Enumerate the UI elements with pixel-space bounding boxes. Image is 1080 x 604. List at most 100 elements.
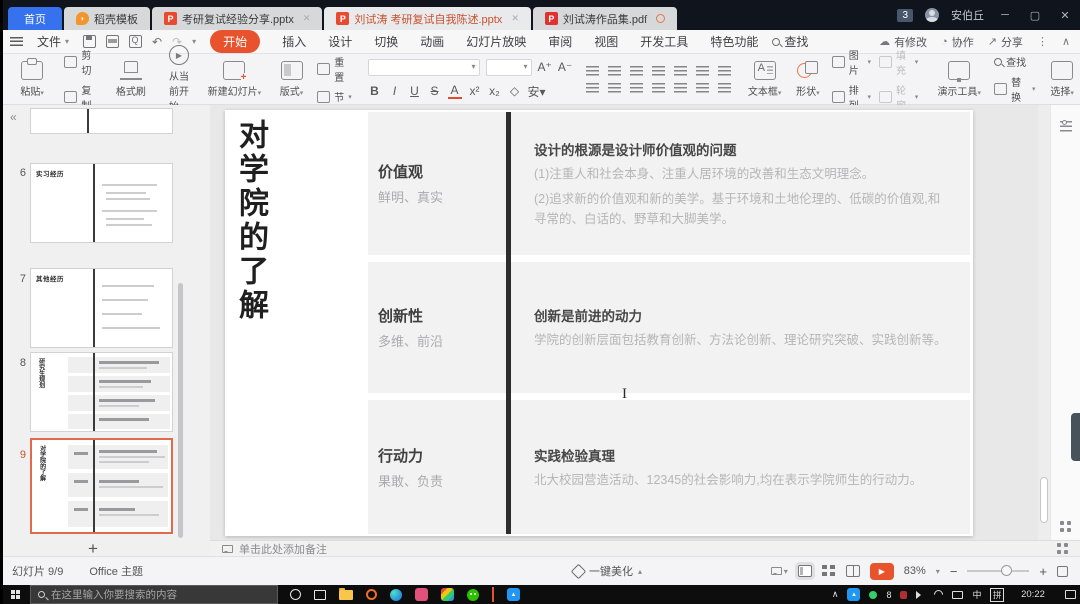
action-center-icon[interactable] [1065, 590, 1076, 599]
tab-close-icon[interactable]: ✕ [303, 13, 311, 24]
increase-font-icon[interactable]: A⁺ [538, 60, 552, 74]
align-left-icon[interactable] [586, 83, 599, 93]
distribute-icon[interactable] [674, 83, 687, 93]
reading-view-button[interactable] [846, 565, 860, 577]
panel-scrollbar[interactable] [178, 283, 183, 538]
close-button[interactable]: ✕ [1056, 9, 1074, 22]
format-painter-button[interactable]: 格式刷 [107, 61, 155, 98]
customize-toolbar-icon[interactable]: ▾ [192, 37, 196, 46]
slide-row-action[interactable]: 行动力 果敢、负责 实践检验真理 北大校园营造活动、12345的社会影响力,均在… [368, 400, 970, 534]
zoom-out-button[interactable]: − [950, 564, 958, 579]
tab-view[interactable]: 视图 [594, 33, 618, 50]
tab-design[interactable]: 设计 [328, 33, 352, 50]
numbering-icon[interactable] [608, 66, 621, 76]
tray-wechat-icon[interactable] [869, 591, 877, 599]
tray-app-icon[interactable]: 8 [886, 590, 891, 600]
paste-button[interactable]: 粘贴▾ [8, 61, 56, 98]
canvas-scrollbar[interactable] [1038, 105, 1050, 540]
tab-animation[interactable]: 动画 [420, 33, 444, 50]
cortana-icon[interactable] [290, 589, 301, 600]
browser-icon[interactable] [366, 589, 377, 600]
more-icon[interactable]: ⋮ [1037, 35, 1048, 48]
bullets-icon[interactable] [586, 66, 599, 76]
tab-transitions[interactable]: 切换 [374, 33, 398, 50]
tab-home[interactable]: 首页 [8, 7, 62, 30]
search-input[interactable] [51, 589, 251, 601]
message-count-badge[interactable]: 3 [897, 9, 913, 22]
system-clock[interactable]: 20:22 [1013, 590, 1053, 600]
new-tab-button[interactable]: + [645, 9, 654, 26]
indent-decrease-icon[interactable] [630, 66, 643, 76]
tray-red-icon[interactable] [900, 591, 907, 599]
indent-increase-icon[interactable] [652, 66, 665, 76]
tab-document-2-active[interactable]: 刘试涛 考研复试自我陈述.pptx ✕ [324, 7, 530, 30]
tab-developer[interactable]: 开发工具 [640, 33, 688, 50]
username[interactable]: 安伯丘 [951, 7, 984, 23]
tab-document-3-pdf[interactable]: 刘试涛作品集.pdf [533, 7, 677, 30]
font-size-select[interactable] [486, 59, 532, 76]
align-bottom-icon[interactable] [718, 83, 731, 93]
zoom-level[interactable]: 83% [904, 565, 926, 577]
zoom-in-button[interactable]: + [1039, 564, 1047, 579]
notes-bar[interactable]: 单击此处添加备注 [210, 540, 1080, 556]
minimize-button[interactable]: ─ [996, 9, 1014, 21]
user-avatar[interactable] [925, 8, 939, 22]
slideshow-play-button[interactable]: ▶ [870, 563, 894, 580]
tab-close-icon[interactable]: ✕ [511, 13, 519, 24]
scrollbar-thumb[interactable] [1040, 477, 1048, 523]
slide-thumbnail-6[interactable]: 实习经历 [30, 163, 173, 243]
font-color-button[interactable]: A [448, 83, 462, 99]
file-explorer-icon[interactable] [339, 590, 353, 600]
slide-row-innovation[interactable]: 创新性 多维、前沿 创新是前进的动力 学院的创新层面包括教育创新、方法论创新、理… [368, 262, 970, 393]
present-tools-button[interactable]: 演示工具▾ [932, 61, 986, 98]
taskbar-search[interactable] [30, 585, 278, 604]
text-tool-button[interactable]: 安▾ [528, 83, 546, 100]
decrease-font-icon[interactable]: A⁻ [558, 60, 572, 74]
hamburger-icon[interactable] [10, 37, 23, 46]
zoom-slider-knob[interactable] [1001, 565, 1012, 576]
slide-editor[interactable]: 对学院的了解 价值观 鲜明、真实 设计的根源是设计师价值观的问题 (1)注重人和… [225, 110, 973, 536]
network-icon[interactable] [933, 588, 946, 601]
ime-pinyin-icon[interactable]: 拼 [990, 588, 1004, 602]
text-direction-icon[interactable] [718, 66, 731, 76]
app-icon-colorful[interactable] [441, 588, 454, 601]
slide-thumbnail-8[interactable]: 研究生规划 [30, 352, 173, 432]
task-view-icon[interactable] [314, 590, 326, 600]
slide-row-values[interactable]: 价值观 鲜明、真实 设计的根源是设计师价值观的问题 (1)注重人和社会本身、注重… [368, 112, 970, 255]
fit-to-window-icon[interactable] [1057, 566, 1068, 577]
collapse-ribbon-icon[interactable]: ∧ [1062, 35, 1070, 48]
edge-browser-icon[interactable] [390, 589, 402, 601]
floating-toolbar-handle[interactable] [1071, 413, 1080, 461]
collapse-panel-icon[interactable]: « [10, 110, 17, 124]
grid-icon[interactable] [1057, 543, 1068, 554]
selection-pane-icon[interactable] [1060, 521, 1071, 532]
align-top-icon[interactable] [696, 83, 709, 93]
ime-mode-indicator[interactable]: 中 [972, 588, 981, 601]
slide-thumbnail-9-selected[interactable]: 对学院的了解 [30, 438, 173, 534]
bold-button[interactable]: B [368, 84, 382, 98]
align-center-icon[interactable] [608, 83, 621, 93]
app-icon-pink[interactable] [415, 588, 428, 601]
start-button[interactable] [0, 590, 30, 599]
new-slide-button[interactable]: 新建幻灯片▾ [203, 61, 266, 98]
subscript-icon[interactable]: x₂ [488, 84, 502, 98]
underline-button[interactable]: U [408, 84, 422, 98]
select-button[interactable]: 选择▾ [1044, 61, 1080, 98]
tab-document-1[interactable]: 考研复试经验分享.pptx ✕ [152, 7, 322, 30]
textbox-button[interactable]: 文本框▾ [745, 61, 784, 98]
tab-slideshow[interactable]: 幻灯片放映 [466, 33, 526, 50]
zoom-slider[interactable] [967, 570, 1029, 572]
strikethrough-button[interactable]: S [428, 84, 442, 98]
tray-app-blue-icon[interactable]: ▲ [847, 588, 860, 601]
picture-button[interactable]: 图片▾ [832, 47, 871, 77]
italic-button[interactable]: I [388, 84, 402, 98]
cut-button[interactable]: 剪切 [64, 47, 98, 77]
play-from-current-button[interactable]: ▶ 从当前开始▾ [169, 45, 189, 113]
normal-view-button[interactable] [798, 565, 812, 577]
justify-icon[interactable] [652, 83, 665, 93]
tab-insert[interactable]: 插入 [282, 33, 306, 50]
line-spacing-icon[interactable] [674, 66, 687, 76]
slide-thumbnail-partial[interactable] [30, 108, 173, 134]
comments-toggle[interactable]: ▾ [771, 567, 788, 576]
app-icon-blue[interactable]: ▲ [507, 588, 520, 601]
